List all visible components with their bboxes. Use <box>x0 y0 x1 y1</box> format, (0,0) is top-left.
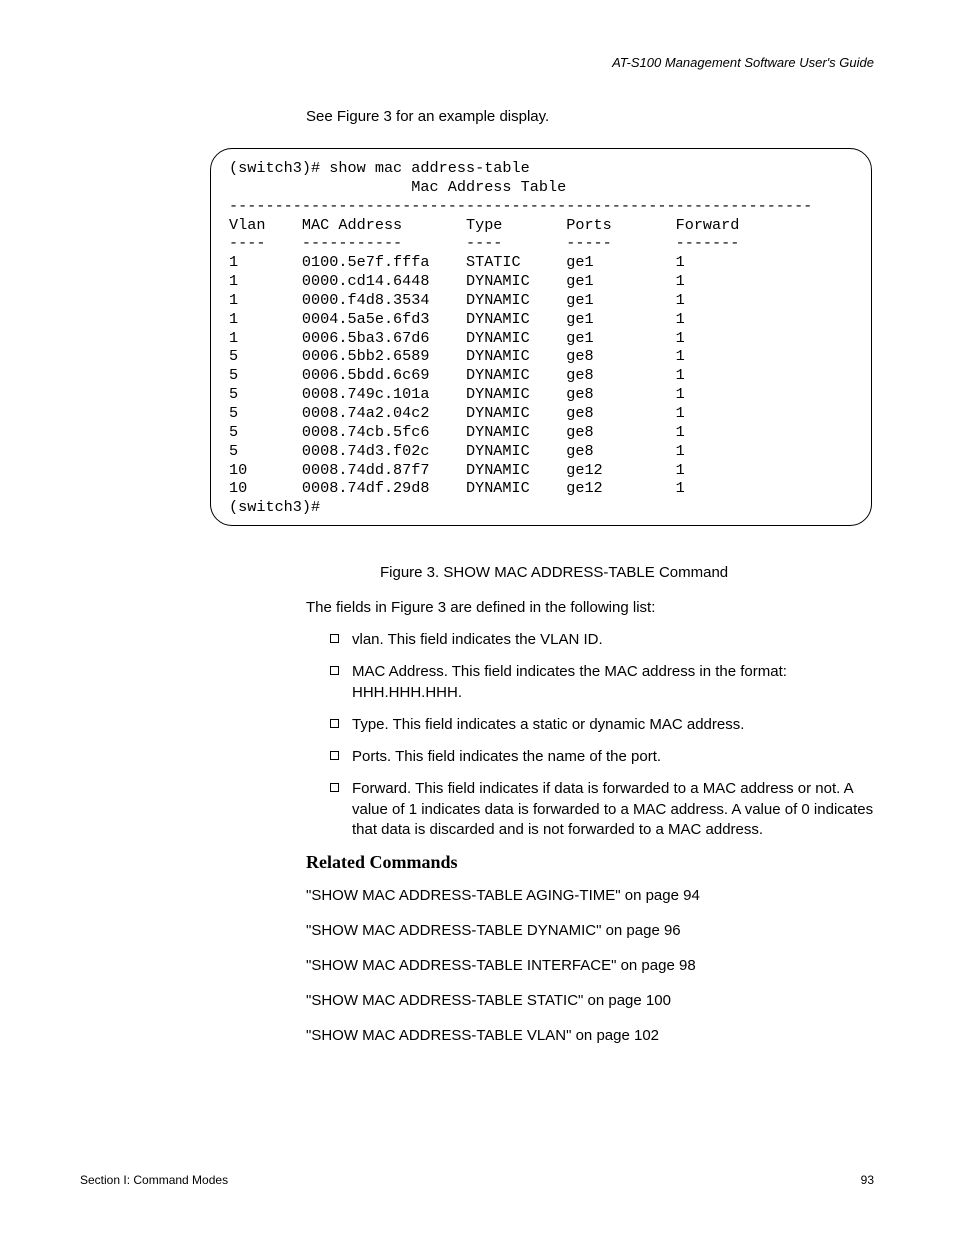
cli-row: 5 0008.74a2.04c2 DYNAMIC ge8 1 <box>229 404 685 422</box>
cli-col-header: Vlan MAC Address Type Ports Forward <box>229 216 739 234</box>
after-box: Figure 3. SHOW MAC ADDRESS-TABLE Command… <box>306 562 880 1062</box>
content-top: See Figure 3 for an example display. <box>306 108 876 139</box>
list-item: MAC Address. This field indicates the MA… <box>330 662 880 703</box>
cli-rule: ----------------------------------------… <box>229 197 812 215</box>
related-link: "SHOW MAC ADDRESS-TABLE STATIC" on page … <box>306 992 880 1009</box>
list-item: vlan. This field indicates the VLAN ID. <box>330 630 880 650</box>
intro-text: See Figure 3 for an example display. <box>306 108 876 125</box>
list-item: Ports. This field indicates the name of … <box>330 747 880 767</box>
cli-row: 1 0006.5ba3.67d6 DYNAMIC ge1 1 <box>229 329 685 347</box>
cli-row: 10 0008.74df.29d8 DYNAMIC ge12 1 <box>229 479 685 497</box>
cli-row: 5 0006.5bdd.6c69 DYNAMIC ge8 1 <box>229 366 685 384</box>
related-link: "SHOW MAC ADDRESS-TABLE INTERFACE" on pa… <box>306 957 880 974</box>
cli-col-rule: ---- ----------- ---- ----- ------- <box>229 234 739 252</box>
cli-output-box: (switch3)# show mac address-table Mac Ad… <box>210 148 872 526</box>
fields-list: vlan. This field indicates the VLAN ID. … <box>306 630 880 840</box>
running-head: AT-S100 Management Software User's Guide <box>612 55 874 70</box>
cli-row: 1 0100.5e7f.fffa STATIC ge1 1 <box>229 253 685 271</box>
cli-prompt-command: (switch3)# show mac address-table <box>229 159 530 177</box>
cli-row: 10 0008.74dd.87f7 DYNAMIC ge12 1 <box>229 461 685 479</box>
cli-prompt-end: (switch3)# <box>229 498 320 516</box>
page: AT-S100 Management Software User's Guide… <box>0 0 954 1235</box>
cli-row: 5 0006.5bb2.6589 DYNAMIC ge8 1 <box>229 347 685 365</box>
cli-row: 1 0004.5a5e.6fd3 DYNAMIC ge1 1 <box>229 310 685 328</box>
cli-row: 1 0000.cd14.6448 DYNAMIC ge1 1 <box>229 272 685 290</box>
cli-row: 5 0008.74cb.5fc6 DYNAMIC ge8 1 <box>229 423 685 441</box>
cli-row: 1 0000.f4d8.3534 DYNAMIC ge1 1 <box>229 291 685 309</box>
cli-table-title: Mac Address Table <box>229 178 566 196</box>
list-item: Forward. This field indicates if data is… <box>330 779 880 840</box>
fields-intro: The fields in Figure 3 are defined in th… <box>306 599 880 616</box>
cli-row: 5 0008.74d3.f02c DYNAMIC ge8 1 <box>229 442 685 460</box>
figure-caption: Figure 3. SHOW MAC ADDRESS-TABLE Command <box>380 564 880 581</box>
related-link: "SHOW MAC ADDRESS-TABLE VLAN" on page 10… <box>306 1027 880 1044</box>
footer-section: Section I: Command Modes <box>80 1173 228 1187</box>
list-item: Type. This field indicates a static or d… <box>330 715 880 735</box>
related-link: "SHOW MAC ADDRESS-TABLE AGING-TIME" on p… <box>306 887 880 904</box>
related-link: "SHOW MAC ADDRESS-TABLE DYNAMIC" on page… <box>306 922 880 939</box>
related-commands-heading: Related Commands <box>306 852 880 873</box>
cli-row: 5 0008.749c.101a DYNAMIC ge8 1 <box>229 385 685 403</box>
footer-page-number: 93 <box>861 1173 874 1187</box>
